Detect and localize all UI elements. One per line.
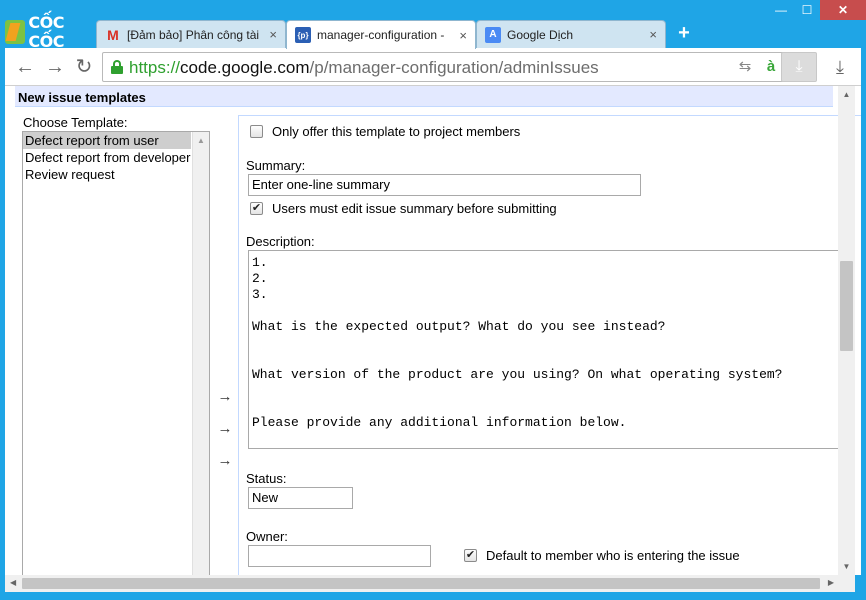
new-tab-button[interactable]: + — [674, 23, 694, 44]
back-button[interactable]: ← — [14, 56, 36, 78]
scroll-right-icon[interactable]: ▶ — [828, 578, 834, 587]
maximize-button[interactable]: ☐ — [794, 0, 820, 20]
must-edit-row: ✔ Users must edit issue summary before s… — [250, 201, 557, 216]
must-edit-checkbox[interactable]: ✔ — [250, 202, 263, 215]
coccoc-logo[interactable]: CỐC CỐC — [5, 13, 93, 51]
browser-toolbar: ← → ↻ https://code.google.com/p/manager-… — [5, 48, 861, 86]
status-label: Status: — [246, 471, 287, 486]
project-hosting-icon: {p} — [295, 27, 311, 43]
download-manager-button[interactable]: ⤓ — [781, 52, 817, 82]
browser-window: — ☐ ✕ CỐC CỐC M [Đảm bảo] Phân công tài … — [0, 0, 866, 600]
owner-input[interactable] — [248, 545, 431, 567]
scroll-left-icon[interactable]: ◀ — [10, 578, 16, 587]
close-window-button[interactable]: ✕ — [820, 0, 866, 20]
status-input[interactable]: New — [248, 487, 353, 509]
scroll-thumb[interactable] — [22, 578, 820, 589]
default-owner-label: Default to member who is entering the is… — [486, 548, 740, 563]
page-content: New issue templates Choose Template: Def… — [5, 86, 861, 575]
description-label: Description: — [246, 234, 315, 249]
addon-icon[interactable]: à — [761, 57, 781, 77]
coccoc-logo-icon — [5, 20, 26, 44]
summary-label: Summary: — [246, 158, 306, 173]
close-tab-icon[interactable]: × — [649, 27, 657, 42]
google-translate-icon: A — [485, 26, 501, 43]
scroll-down-icon[interactable]: ▼ — [838, 562, 855, 571]
choose-template-label: Choose Template: — [23, 115, 128, 130]
address-bar[interactable]: https://code.google.com/p/manager-config… — [102, 52, 812, 82]
owner-label: Owner: — [246, 529, 288, 544]
tab-bar: CỐC CỐC M [Đảm bảo] Phân công tài l × {p… — [0, 13, 866, 51]
logo-text: CỐC CỐC — [28, 13, 64, 51]
template-editor: Only offer this template to project memb… — [238, 115, 861, 575]
close-tab-icon[interactable]: × — [459, 28, 467, 43]
template-listbox[interactable]: Defect report from user Defect report fr… — [22, 131, 210, 575]
summary-input[interactable]: Enter one-line summary — [248, 174, 641, 196]
download-icon[interactable]: ⤓ — [829, 56, 851, 78]
scroll-up-icon[interactable]: ▲ — [838, 90, 855, 99]
right-arrow-icon: → — [217, 388, 233, 405]
default-owner-checkbox[interactable]: ✔ — [464, 549, 477, 562]
tab-manager-configuration[interactable]: {p} manager-configuration - × — [286, 20, 476, 49]
template-item[interactable]: Defect report from developer — [23, 149, 191, 166]
only-members-checkbox[interactable] — [250, 125, 263, 138]
forward-button[interactable]: → — [44, 56, 66, 78]
description-textarea[interactable]: 1. 2. 3. What is the expected output? Wh… — [248, 250, 848, 449]
tab-label: Google Dịch — [507, 27, 574, 42]
reload-button[interactable]: ↻ — [73, 56, 95, 78]
page-vertical-scrollbar[interactable]: ▲ ▼ — [838, 86, 855, 575]
page-horizontal-scrollbar[interactable]: ◀ ▶ — [5, 575, 855, 592]
tab-label: manager-configuration - — [317, 28, 445, 42]
only-members-row: Only offer this template to project memb… — [250, 124, 520, 139]
lock-icon — [111, 60, 123, 74]
url-text[interactable]: https://code.google.com/p/manager-config… — [129, 58, 599, 78]
template-item[interactable]: Defect report from user — [23, 132, 191, 149]
close-tab-icon[interactable]: × — [269, 27, 277, 42]
tab-google-translate[interactable]: A Google Dịch × — [476, 20, 666, 48]
right-arrow-icon: → — [217, 420, 233, 437]
scroll-thumb[interactable] — [840, 261, 853, 351]
tab-label: [Đảm bảo] Phân công tài l — [127, 27, 264, 42]
minimize-button[interactable]: — — [768, 0, 794, 20]
right-arrow-icon: → — [217, 452, 233, 469]
must-edit-label: Users must edit issue summary before sub… — [272, 201, 557, 216]
section-title: New issue templates — [15, 86, 833, 107]
only-members-label: Only offer this template to project memb… — [272, 124, 521, 139]
gmail-icon: M — [107, 26, 119, 43]
scroll-up-icon[interactable]: ▲ — [193, 136, 209, 145]
listbox-scrollbar[interactable]: ▲ — [192, 132, 209, 575]
arrow-column: → → → — [216, 386, 234, 482]
translate-icon[interactable]: ⇆ — [735, 57, 755, 77]
default-owner-row: ✔ Default to member who is entering the … — [464, 548, 740, 563]
template-item[interactable]: Review request — [23, 166, 191, 183]
window-controls: — ☐ ✕ — [768, 0, 866, 20]
tab-gmail[interactable]: M [Đảm bảo] Phân công tài l × — [96, 20, 286, 48]
